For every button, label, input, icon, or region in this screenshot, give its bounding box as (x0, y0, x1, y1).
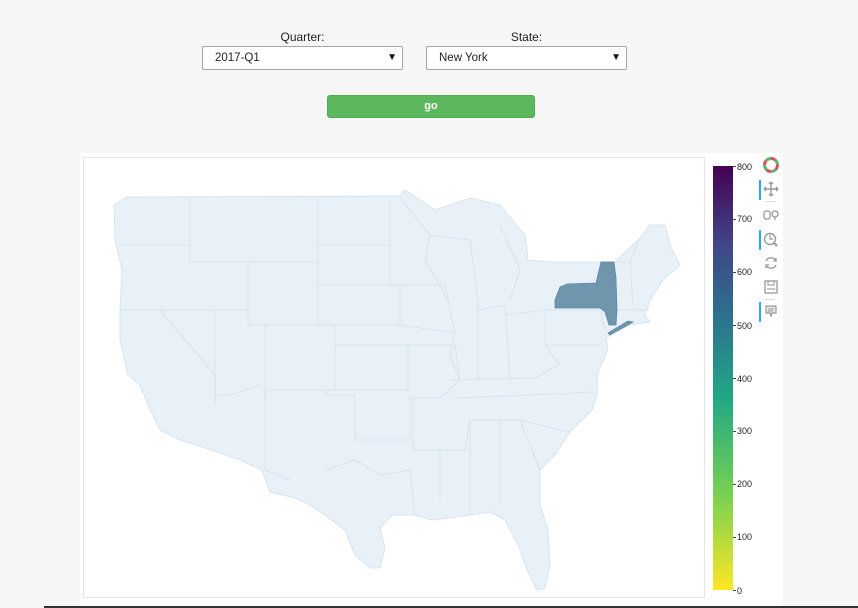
box-zoom-icon (763, 210, 779, 220)
bokeh-logo-icon[interactable] (758, 155, 782, 175)
save-icon (764, 280, 778, 294)
pan-tool[interactable] (758, 179, 782, 200)
colorbar-tick (733, 378, 736, 379)
hover-tool[interactable] (758, 301, 782, 322)
colorbar-tick-label: 400 (737, 374, 753, 384)
colorbar-tick-label: 800 (737, 162, 753, 172)
state-select-value: New York (439, 52, 488, 64)
colorbar (713, 166, 733, 590)
colorbar-tick-label: 500 (737, 321, 753, 331)
colorbar-tick (733, 219, 736, 220)
colorbar-tick-label: 0 (737, 586, 743, 596)
quarter-label: Quarter: (280, 30, 325, 44)
colorbar-tick-label: 300 (737, 426, 753, 436)
colorbar-tick (733, 325, 736, 326)
quarter-field: Quarter: 2017-Q1 ▼ (202, 30, 403, 70)
toolbar-separator (765, 201, 775, 202)
pan-icon (763, 181, 779, 197)
wheel-zoom-icon (763, 232, 778, 247)
quarter-select-value: 2017-Q1 (215, 52, 260, 64)
colorbar-tick-label: 600 (737, 267, 753, 277)
state-select[interactable]: New York ▼ (426, 46, 627, 70)
quarter-select[interactable]: 2017-Q1 ▼ (202, 46, 403, 70)
wheel-zoom-tool[interactable] (758, 229, 782, 250)
colorbar-tick-label: 700 (737, 214, 753, 224)
colorbar-tick-label: 100 (737, 532, 753, 542)
state-field: State: New York ▼ (426, 30, 627, 70)
go-button[interactable]: go (327, 95, 535, 118)
hover-icon (765, 305, 777, 318)
chevron-down-icon: ▼ (387, 52, 397, 63)
toolbar-separator (765, 299, 775, 300)
chevron-down-icon: ▼ (611, 52, 621, 63)
reset-icon (765, 257, 777, 269)
colorbar-tick (733, 484, 736, 485)
colorbar-tick (733, 272, 736, 273)
colorbar-tick-label: 200 (737, 479, 753, 489)
save-tool[interactable] (758, 277, 782, 297)
us-map[interactable] (84, 158, 704, 597)
reset-tool[interactable] (758, 253, 782, 273)
state-label: State: (510, 30, 543, 44)
colorbar-tick (733, 537, 736, 538)
colorbar-tick (733, 431, 736, 432)
colorbar-tick (733, 590, 736, 591)
colorbar-tick (733, 166, 736, 167)
box-zoom-tool[interactable] (758, 205, 782, 225)
